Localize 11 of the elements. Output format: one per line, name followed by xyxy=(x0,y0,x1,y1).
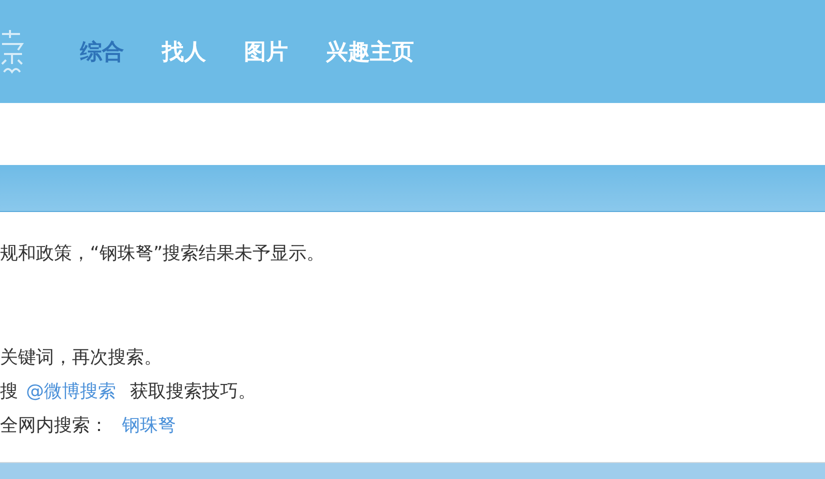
tip-text: 获取搜索技巧。 xyxy=(130,380,256,404)
nav-tab[interactable]: 综合 xyxy=(80,36,124,66)
notice-text: 规和政策，“钢珠弩”搜索结果未予显示。 xyxy=(0,242,326,266)
tip-text: 搜 xyxy=(0,380,18,404)
tip-text: 全网内搜索： xyxy=(0,414,108,438)
nav-tab[interactable]: 图片 xyxy=(244,36,288,66)
search-link[interactable]: 钢珠弩 xyxy=(122,409,176,443)
nav-tab[interactable]: 兴趣主页 xyxy=(326,36,414,66)
search-link[interactable]: @微博搜索 xyxy=(26,375,116,409)
tip-text: 关键词，再次搜索。 xyxy=(0,346,162,370)
nav-tab[interactable]: 找人 xyxy=(162,36,206,66)
